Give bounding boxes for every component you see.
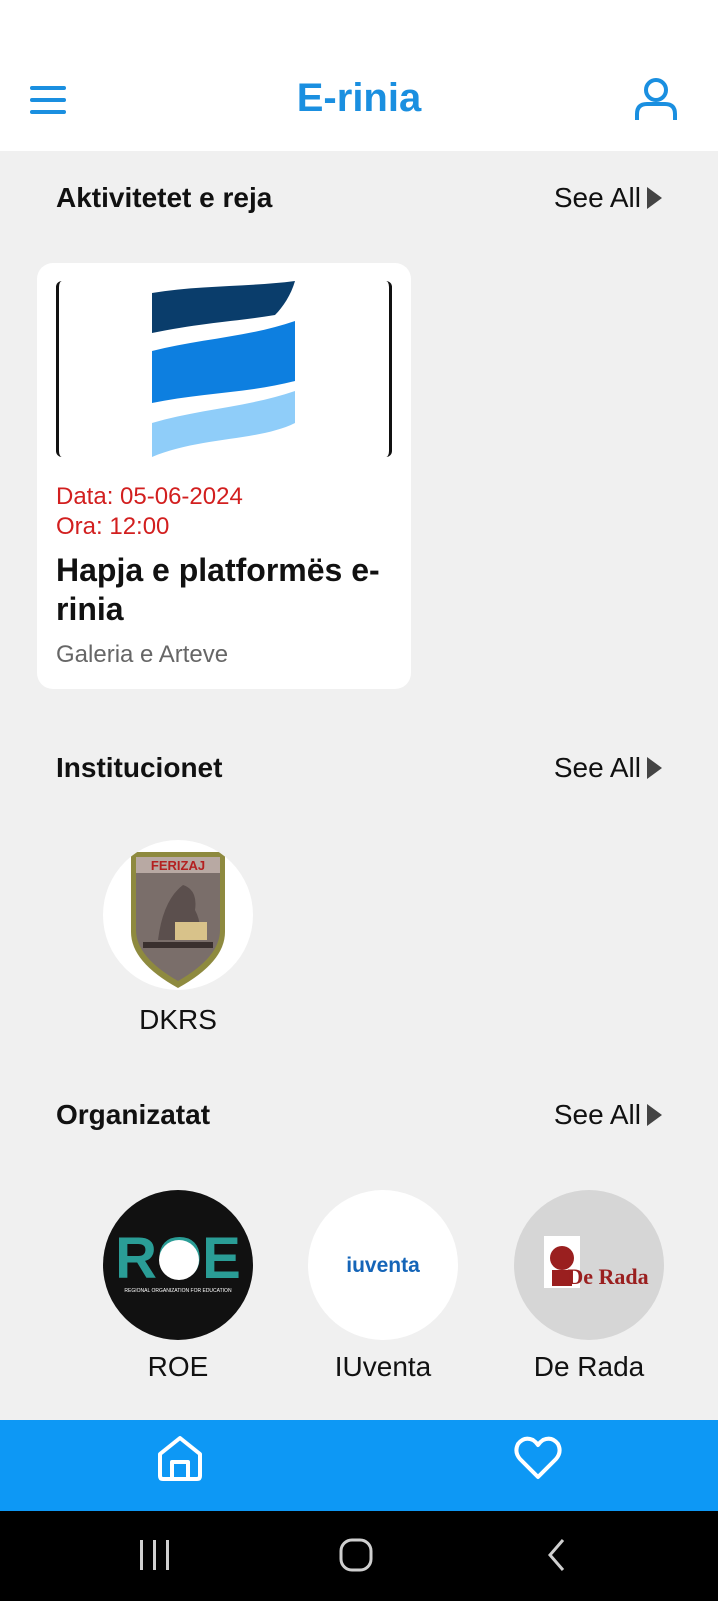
see-all-label: See All — [553, 182, 641, 213]
event-time: Ora: 12:00 — [56, 513, 170, 540]
section-title: Institucionet — [56, 752, 223, 783]
back-icon[interactable] — [545, 1537, 569, 1578]
organization-logo-subtext: REGIONAL ORGANIZATION FOR EDUCATION — [124, 1288, 232, 1294]
event-place: Galeria e Arteve — [56, 641, 229, 668]
section-title: Aktivitetet e reja — [56, 182, 273, 213]
play-arrow-icon — [647, 1104, 662, 1126]
institution-dkrs-logo[interactable]: FERIZAJ — [103, 840, 253, 990]
event-title: Hapja e platformës e-rinia — [56, 552, 380, 627]
event-image — [56, 281, 392, 457]
event-date: Data: 05-06-2024 — [56, 483, 243, 510]
play-arrow-icon — [647, 757, 662, 779]
recent-apps-icon[interactable] — [138, 1537, 172, 1578]
organization-label: IUventa — [334, 1351, 432, 1382]
organization-roe-logo[interactable]: ROE REGIONAL ORGANIZATION FOR EDUCATION — [103, 1190, 253, 1340]
app-title: E-rinia — [296, 76, 422, 120]
app-bar: E-rinia — [0, 56, 718, 151]
see-all-label: See All — [553, 1099, 641, 1130]
event-card[interactable]: Data: 05-06-2024 Ora: 12:00 Hapja e plat… — [37, 263, 411, 689]
home-icon[interactable] — [154, 1432, 206, 1484]
see-all-activities-button[interactable]: See All — [554, 182, 662, 214]
see-all-label: See All — [553, 752, 641, 783]
institution-label: DKRS — [139, 1004, 217, 1035]
organization-logo-text: De Rada — [567, 1264, 648, 1289]
section-title: Organizatat — [56, 1099, 211, 1130]
organization-iuventa-logo[interactable]: iuventa — [308, 1190, 458, 1340]
section-header-organizations: Organizatat See All — [56, 1095, 662, 1135]
status-bar — [0, 0, 718, 56]
organization-label: ROE — [147, 1351, 209, 1382]
see-all-organizations-button[interactable]: See All — [554, 1099, 662, 1131]
organization-derada-logo[interactable]: De Rada — [514, 1190, 664, 1340]
organization-logo-text: iuventa — [346, 1254, 420, 1277]
organization-label: De Rada — [533, 1351, 645, 1382]
home-button-icon[interactable] — [338, 1537, 374, 1578]
user-icon[interactable] — [633, 76, 679, 122]
heart-icon[interactable] — [512, 1432, 564, 1484]
play-arrow-icon — [647, 187, 662, 209]
section-header-activities: Aktivitetet e reja See All — [56, 178, 662, 218]
bottom-navigation — [0, 1420, 718, 1511]
see-all-institutions-button[interactable]: See All — [554, 752, 662, 784]
section-header-institutions: Institucionet See All — [56, 748, 662, 788]
system-navigation-bar — [0, 1511, 718, 1601]
institution-logo-text: FERIZAJ — [151, 858, 205, 873]
